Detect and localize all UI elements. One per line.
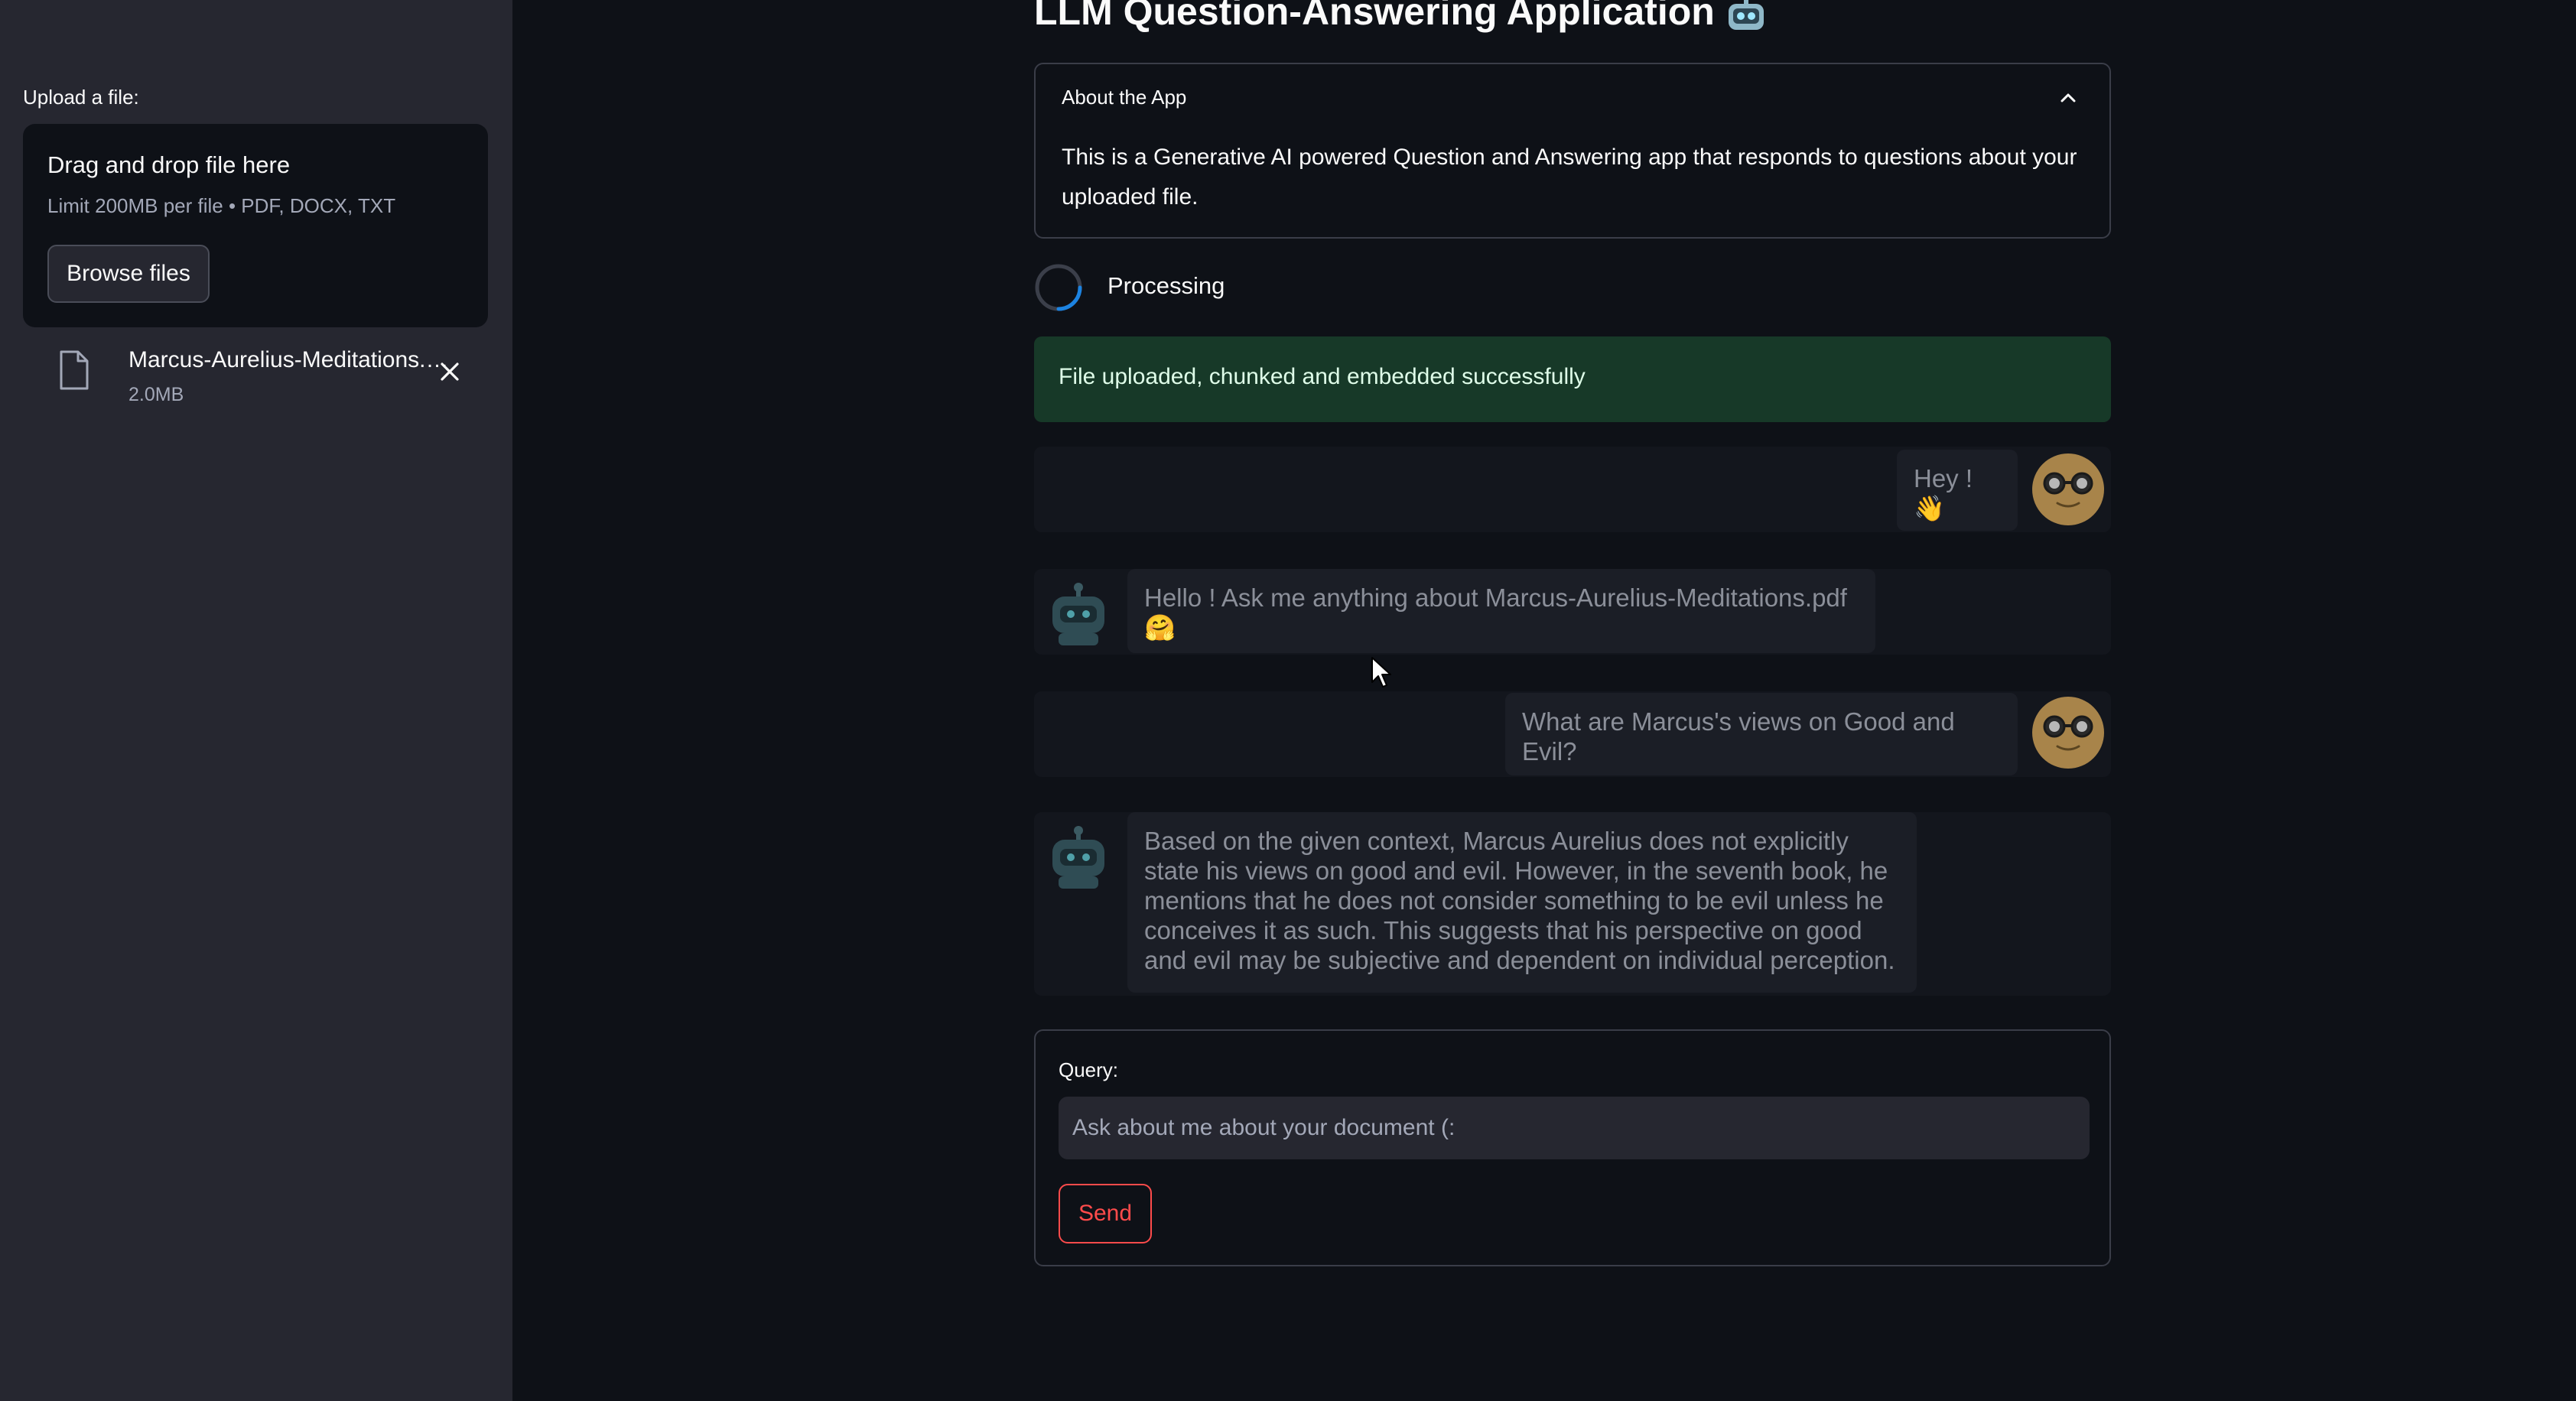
send-button[interactable]: Send [1059,1184,1152,1243]
message-bubble: What are Marcus's views on Good and Evil… [1505,693,2018,775]
uploaded-file-item: Marcus-Aurelius-Meditations.pdf 2.0MB [23,343,488,411]
query-input[interactable] [1059,1097,2090,1159]
close-icon[interactable] [436,358,463,385]
document-icon [60,350,89,390]
user-avatar-icon [2032,697,2104,769]
query-form: Query: Send [1034,1029,2111,1266]
dropzone-title: Drag and drop file here [47,151,291,178]
success-message: File uploaded, chunked and embedded succ… [1059,364,1586,389]
uploaded-file-name: Marcus-Aurelius-Meditations.pdf [128,347,450,372]
query-label: Query: [1059,1058,1119,1081]
expander-body: This is a Generative AI powered Question… [1062,145,2077,210]
robot-avatar-icon [1052,583,1104,645]
dropzone-limit-text: Limit 200MB per file • PDF, DOCX, TXT [47,194,396,217]
uploaded-file-size: 2.0MB [128,384,184,405]
message-bubble: Hello ! Ask me anything about Marcus-Aur… [1127,569,1875,653]
browse-files-button[interactable]: Browse files [47,245,210,303]
robot-avatar-icon [1052,826,1104,889]
spinner-icon [1035,264,1082,311]
upload-label: Upload a file: [23,86,139,109]
page-title: LLM Question-Answering Application [1034,0,1767,34]
processing-status-text: Processing [1107,272,1225,299]
chevron-up-icon[interactable] [2057,90,2079,106]
user-avatar-icon [2032,453,2104,525]
chat-message-assistant: Based on the given context, Marcus Aurel… [1034,812,2111,996]
chat-message-user: What are Marcus's views on Good and Evil… [1034,691,2111,777]
message-bubble: Based on the given context, Marcus Aurel… [1127,812,1917,993]
chat-message-assistant: Hello ! Ask me anything about Marcus-Aur… [1034,569,2111,655]
about-expander[interactable]: About the App This is a Generative AI po… [1034,63,2111,239]
mouse-cursor-icon [1371,657,1391,687]
success-alert: File uploaded, chunked and embedded succ… [1034,336,2111,422]
message-bubble: Hey ! 👋 [1897,450,2018,531]
expander-title: About the App [1062,86,1187,109]
file-dropzone[interactable]: Drag and drop file here Limit 200MB per … [23,124,488,327]
robot-icon [1728,0,1764,30]
chat-message-user: Hey ! 👋 [1034,447,2111,532]
page-title-text: LLM Question-Answering Application [1034,0,1715,33]
sidebar: Upload a file: Drag and drop file here L… [0,0,512,1401]
